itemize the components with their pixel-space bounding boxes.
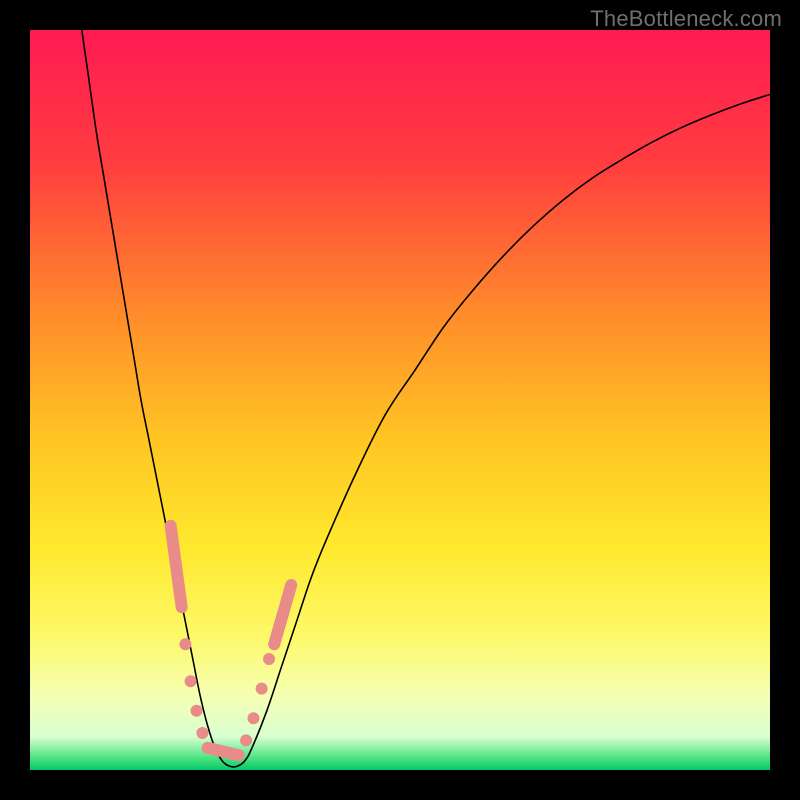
highlight-dot — [263, 653, 275, 665]
highlight-dot — [179, 638, 191, 650]
watermark-text: TheBottleneck.com — [590, 6, 782, 32]
highlight-dot — [191, 705, 203, 717]
highlight-pill — [208, 748, 239, 755]
chart-frame: TheBottleneck.com — [0, 0, 800, 800]
plot-area — [30, 30, 770, 770]
highlight-dot — [173, 586, 185, 598]
highlight-dot — [185, 675, 197, 687]
bottleneck-chart — [30, 30, 770, 770]
highlight-dot — [247, 712, 259, 724]
highlight-dot — [256, 683, 268, 695]
highlight-dot — [196, 727, 208, 739]
highlight-dot — [240, 734, 252, 746]
